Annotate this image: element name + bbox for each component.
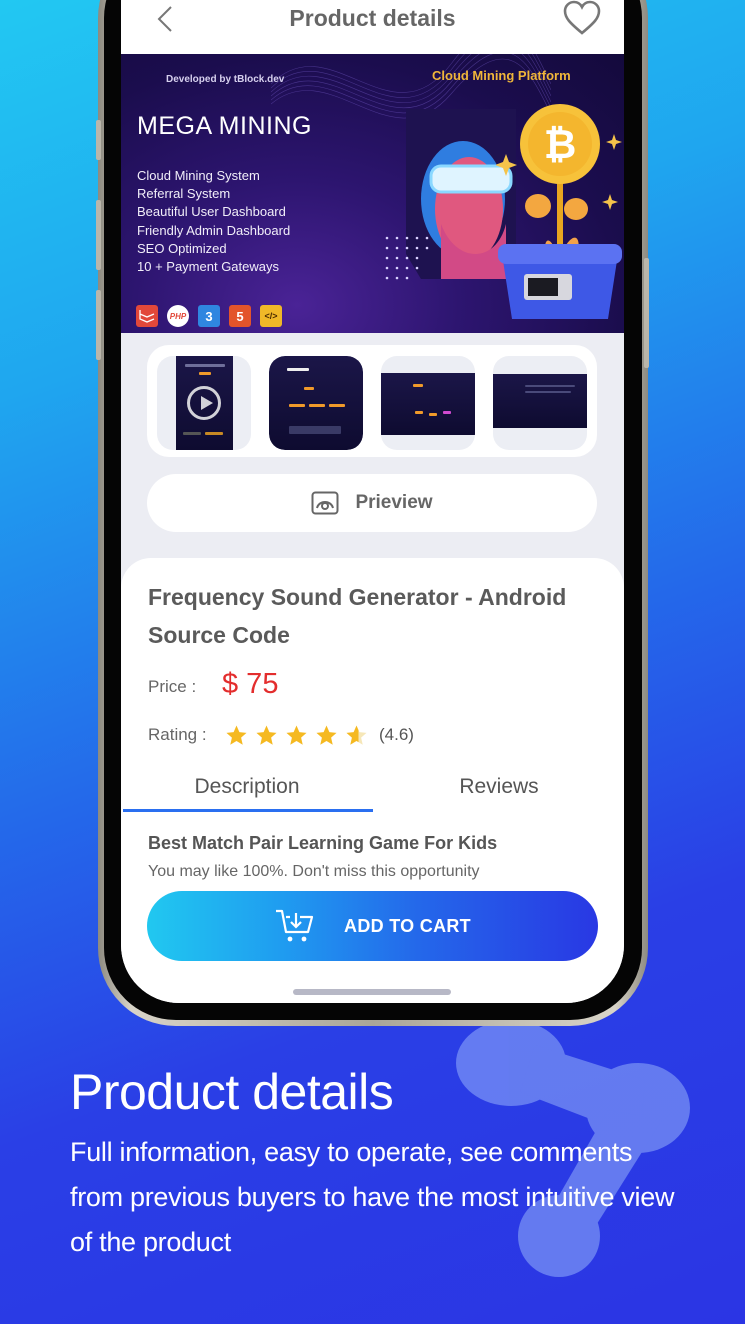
- banner-brand: MEGA MINING: [137, 112, 312, 140]
- cart-download-icon: [276, 909, 314, 942]
- phone-volume-down-button: [96, 290, 101, 360]
- price-label: Price :: [148, 677, 197, 696]
- caption-title: Product details: [70, 1064, 394, 1120]
- description-title: Best Match Pair Learning Game For Kids: [148, 833, 498, 853]
- product-title: Frequency Sound Generator - Android Sour…: [148, 584, 567, 648]
- code-icon: </>: [260, 305, 282, 327]
- feature-item: Cloud Mining System: [137, 168, 260, 183]
- add-to-cart-label: ADD TO CART: [344, 915, 471, 936]
- thumbnail-strip: [147, 345, 597, 457]
- developer-credit: Developed by tBlock.dev: [166, 74, 285, 85]
- star-full-icon: [256, 725, 277, 745]
- heart-outline-icon[interactable]: [562, 0, 602, 36]
- star-full-icon: [226, 725, 247, 745]
- phone-power-button: [644, 258, 649, 368]
- feature-item: 10 + Payment Gateways: [137, 259, 279, 275]
- tech-stack-icons: PHP 3 5 </>: [136, 305, 282, 327]
- tab-description[interactable]: Description: [121, 772, 373, 812]
- thumbnail-pricing-page[interactable]: [269, 356, 363, 450]
- preview-button[interactable]: Prieview: [147, 474, 597, 532]
- feature-item: Referral System: [137, 186, 231, 202]
- phone-side-button: [96, 120, 101, 160]
- star-full-icon: [286, 725, 307, 745]
- rating-label: Rating :: [148, 725, 207, 744]
- app-screen: Product details Developed by tBlock.dev …: [121, 0, 624, 1003]
- top-app-bar: Product details: [121, 0, 624, 54]
- feature-item: Beautiful User Dashboard: [137, 204, 286, 220]
- add-to-cart-button[interactable]: ADD TO CART: [147, 891, 598, 961]
- home-indicator[interactable]: [293, 989, 451, 995]
- bitcoin-plant-illustration: ₿: [496, 104, 622, 319]
- description-text: You may like 100%. Don't miss this oppor…: [148, 863, 480, 880]
- preview-label: Prieview: [355, 492, 433, 513]
- phone-volume-up-button: [96, 200, 101, 270]
- thumbnail-dashboard-table[interactable]: [493, 356, 587, 450]
- thumbnail-dashboard-plans[interactable]: [381, 356, 475, 450]
- page-title: Product details: [289, 5, 456, 31]
- star-half-icon: [346, 725, 367, 745]
- product-banner-image[interactable]: Developed by tBlock.dev Cloud Mining Pla…: [121, 54, 624, 333]
- dot-grid-decoration: [385, 236, 429, 280]
- css3-icon: 3: [198, 305, 220, 327]
- detail-tabs: Description Reviews: [121, 772, 624, 814]
- tab-reviews[interactable]: Reviews: [373, 772, 624, 812]
- play-icon[interactable]: [187, 386, 221, 420]
- star-full-icon: [316, 725, 337, 745]
- product-details-card: Frequency Sound Generator - Android Sour…: [121, 558, 624, 1003]
- rating-value: (4.6): [379, 725, 414, 744]
- laravel-icon: [136, 305, 158, 327]
- feature-item: SEO Optimized: [137, 240, 227, 256]
- php-icon: PHP: [167, 305, 189, 327]
- svg-text:₿: ₿: [544, 122, 577, 168]
- preview-eye-icon: [311, 491, 339, 515]
- caption-text: Full information, easy to operate, see c…: [70, 1137, 675, 1257]
- thumbnail-video-preview[interactable]: [157, 356, 251, 450]
- feature-item: Friendly Admin Dashboard: [137, 222, 291, 238]
- price-value: $ 75: [222, 668, 279, 700]
- platform-tagline: Cloud Mining Platform: [432, 68, 571, 83]
- rating-stars: [225, 724, 368, 747]
- html5-icon: 5: [229, 305, 251, 327]
- feature-list: Cloud Mining System Referral System Beau…: [137, 167, 290, 276]
